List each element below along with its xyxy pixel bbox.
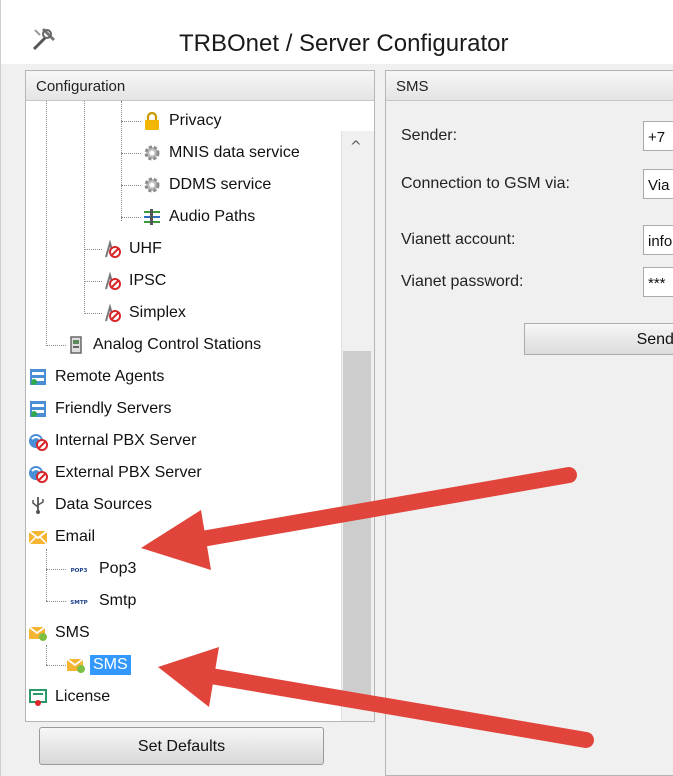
pbx-icon — [29, 466, 48, 483]
tools-icon — [32, 27, 56, 51]
gear-icon — [144, 145, 160, 161]
tree-item-email[interactable]: Email — [28, 523, 98, 551]
tree-item-smtp[interactable]: SMTP Smtp — [66, 587, 139, 615]
configuration-tree[interactable]: Privacy MNIS data service DDMS service A… — [26, 101, 374, 721]
vianett-account-field[interactable]: info — [643, 225, 673, 255]
tree-item-label: License — [55, 688, 111, 705]
tree-item-remote-agents[interactable]: Remote Agents — [28, 363, 167, 391]
set-defaults-button[interactable]: Set Defaults — [39, 727, 324, 765]
tree-item-label: Remote Agents — [55, 368, 165, 385]
tree-item-external-pbx-server[interactable]: External PBX Server — [28, 459, 205, 487]
tree-item-data-sources[interactable]: Data Sources — [28, 491, 155, 519]
radio-tower-disabled-icon — [105, 239, 121, 258]
tree-item-label: UHF — [129, 240, 162, 257]
tree-item-license[interactable]: License — [28, 683, 113, 711]
window-title: TRBOnet / Server Configurator — [179, 30, 509, 57]
tree-item-pop3[interactable]: POP3 Pop3 — [66, 555, 139, 583]
svg-text:POP3: POP3 — [71, 568, 88, 574]
svg-text:SMTP: SMTP — [70, 600, 87, 606]
pbx-icon — [29, 434, 48, 451]
control-station-icon — [70, 336, 82, 354]
tree-item-label: Internal PBX Server — [55, 432, 197, 449]
configuration-panel: Configuration Privacy MNIS data service … — [25, 70, 375, 722]
send-test-button[interactable]: Send Tes — [524, 323, 673, 355]
tree-item-sms-group[interactable]: SMS — [28, 619, 93, 647]
sms-envelope-icon — [66, 658, 85, 673]
lock-icon — [145, 111, 159, 130]
tree-item-label: SMS — [90, 655, 131, 675]
tree-item-friendly-servers[interactable]: Friendly Servers — [28, 395, 174, 423]
tree-item-label: Email — [55, 528, 96, 545]
tree-item-privacy[interactable]: Privacy — [142, 107, 224, 135]
tree-scrollbar[interactable]: ^ — [341, 131, 374, 721]
radio-tower-disabled-icon — [105, 271, 121, 290]
sender-field[interactable]: +7 — [643, 121, 673, 151]
configuration-header: Configuration — [26, 71, 374, 101]
tree-item-uhf[interactable]: UHF — [102, 235, 165, 263]
smtp-icon: SMTP — [66, 597, 92, 606]
usb-icon — [32, 497, 44, 514]
tree-item-simplex[interactable]: Simplex — [102, 299, 189, 327]
gear-icon — [144, 177, 160, 193]
tree-item-label: Pop3 — [99, 560, 137, 577]
vianet-password-label: Vianet password: — [401, 273, 524, 290]
vianet-password-field[interactable]: *** — [643, 267, 673, 297]
audio-paths-icon — [144, 209, 160, 225]
tree-item-ipsc[interactable]: IPSC — [102, 267, 169, 295]
pop3-icon: POP3 — [66, 565, 92, 574]
sms-panel-header: SMS — [386, 71, 673, 101]
tree-item-analog-control-stations[interactable]: Analog Control Stations — [66, 331, 264, 359]
tree-item-internal-pbx-server[interactable]: Internal PBX Server — [28, 427, 199, 455]
vianett-account-label: Vianett account: — [401, 231, 516, 248]
scroll-thumb[interactable] — [343, 351, 371, 706]
tree-item-label: Privacy — [169, 112, 222, 129]
tree-item-label: Simplex — [129, 304, 186, 321]
tree-item-sms[interactable]: SMS — [66, 651, 131, 679]
connection-to-gsm-select[interactable]: Via — [643, 169, 673, 199]
server-icon — [30, 401, 46, 417]
tree-item-label: Data Sources — [55, 496, 152, 513]
connection-to-gsm-label: Connection to GSM via: — [401, 175, 570, 192]
tree-item-label: External PBX Server — [55, 464, 202, 481]
radio-tower-disabled-icon — [105, 303, 121, 322]
sms-envelope-icon — [28, 626, 47, 641]
scroll-up-arrow-icon[interactable]: ^ — [350, 139, 362, 155]
tree-item-label: Audio Paths — [169, 208, 256, 225]
tree-item-ddms-service[interactable]: DDMS service — [142, 171, 274, 199]
title-bar: TRBOnet / Server Configurator — [1, 0, 673, 64]
configurator-window: TRBOnet / Server Configurator Configurat… — [0, 0, 673, 776]
envelope-icon — [28, 530, 48, 545]
tree-item-label: MNIS data service — [169, 144, 300, 161]
tree-item-mnis-data-service[interactable]: MNIS data service — [142, 139, 303, 167]
sender-label: Sender: — [401, 127, 458, 144]
tree-item-label: Smtp — [99, 592, 137, 609]
sms-settings-panel: SMS Sender: +7 Connection to GSM via: Vi… — [385, 70, 673, 776]
license-icon — [29, 689, 47, 706]
tree-item-label: Friendly Servers — [55, 400, 172, 417]
tree-item-audio-paths[interactable]: Audio Paths — [142, 203, 258, 231]
tree-item-label: SMS — [55, 624, 90, 641]
server-icon — [30, 369, 46, 385]
tree-item-label: IPSC — [129, 272, 167, 289]
tree-item-label: DDMS service — [169, 176, 272, 193]
tree-item-label: Analog Control Stations — [93, 336, 262, 353]
